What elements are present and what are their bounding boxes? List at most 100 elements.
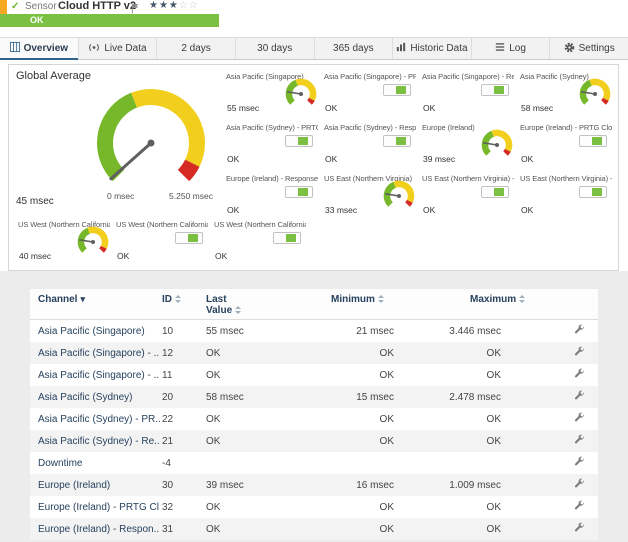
wrench-icon[interactable] [574, 500, 585, 514]
tab-label: 365 days [333, 43, 374, 54]
col-header-maximum[interactable]: Maximum [440, 289, 565, 320]
gauge-cell: Asia Pacific (Sydney)58 msec [517, 69, 615, 120]
status-check-icon: ✓ [11, 1, 19, 12]
table-header-row: Channel▾ ID Last Value Minimum Maximum [30, 289, 598, 320]
wrench-icon[interactable] [574, 434, 585, 448]
table-row[interactable]: Europe (Ireland) - Respon...31OKOKOK [30, 518, 598, 540]
tab-log[interactable]: Log [472, 38, 551, 59]
table-row[interactable]: Downtime-4 [30, 452, 598, 474]
channel-cell: Asia Pacific (Singapore) - ... [30, 364, 160, 386]
table-row[interactable]: Asia Pacific (Singapore)1055 msec21 msec… [30, 320, 598, 343]
gauge-cell-value: OK [325, 103, 337, 113]
table-row[interactable]: Europe (Ireland)3039 msec16 msec1.009 ms… [30, 474, 598, 496]
gauge-scale-max: 5.250 msec [169, 191, 213, 201]
minimum-cell: OK [315, 496, 440, 518]
tab-label: 30 days [257, 43, 292, 54]
last-value-cell: OK [200, 496, 315, 518]
sensor-type-label: Sensor [25, 1, 57, 12]
tab-2-days[interactable]: 2 days [157, 38, 236, 59]
channel-cell: Asia Pacific (Sydney) [30, 386, 160, 408]
dial-gauge-icon [283, 77, 319, 114]
bar-gauge-icon [579, 135, 607, 147]
bar-gauge-icon [481, 84, 509, 96]
maximum-cell: 1.009 msec [440, 474, 565, 496]
sort-icon[interactable] [235, 306, 241, 314]
gauge-cell: Europe (Ireland) - Response C...OK [223, 171, 321, 222]
wrench-icon[interactable] [574, 368, 585, 382]
gauge-cell-value: 39 msec [423, 154, 455, 164]
minimum-cell: 16 msec [315, 474, 440, 496]
gauge-cell-title: US West (Northern California)... [116, 220, 208, 229]
list-icon [495, 42, 505, 55]
wrench-icon[interactable] [574, 412, 585, 426]
tab-label: 2 days [181, 43, 210, 54]
wrench-icon[interactable] [574, 478, 585, 492]
gauge-cell-title: Asia Pacific (Sydney) - PRTG ... [226, 123, 318, 132]
minimum-cell: OK [315, 342, 440, 364]
tab-live-data[interactable]: Live Data [79, 38, 158, 59]
tab-historic-data[interactable]: Historic Data [393, 38, 472, 59]
table-row[interactable]: Asia Pacific (Singapore) - ...12OKOKOK [30, 342, 598, 364]
tools-cell [565, 386, 598, 408]
last-value-cell: 58 msec [200, 386, 315, 408]
tab-label: Log [509, 43, 526, 54]
id-cell: 21 [160, 430, 200, 452]
channel-cell: Asia Pacific (Singapore) - ... [30, 342, 160, 364]
channel-cell: Downtime [30, 452, 160, 474]
tab-settings[interactable]: Settings [550, 38, 628, 59]
tab-overview[interactable]: Overview [0, 38, 79, 59]
table-row[interactable]: Asia Pacific (Sydney)2058 msec15 msec2.4… [30, 386, 598, 408]
id-cell: 32 [160, 496, 200, 518]
id-cell: 30 [160, 474, 200, 496]
maximum-cell: OK [440, 518, 565, 540]
channel-cell: Europe (Ireland) [30, 474, 160, 496]
col-header-label: ID [162, 294, 172, 305]
table-row[interactable]: Europe (Ireland) - PRTG Cl...32OKOKOK [30, 496, 598, 518]
gauge-cell: Europe (Ireland) - PRTG Cloud...OK [517, 120, 615, 171]
gauge-cell: US East (Northern Virginia)33 msec [321, 171, 419, 222]
gauge-cell-value: OK [227, 154, 239, 164]
gauge-cell-title: Asia Pacific (Sydney) - Respo... [324, 123, 416, 132]
last-value-cell: 55 msec [200, 320, 315, 343]
gauge-cell-value: OK [521, 154, 533, 164]
dial-gauge-icon [577, 77, 613, 114]
gauge-cell: US East (Northern Virginia) - ...OK [419, 171, 517, 222]
table-row[interactable]: Asia Pacific (Singapore) - ...11OKOKOK [30, 364, 598, 386]
col-header-id[interactable]: ID [160, 289, 200, 320]
tab-30-days[interactable]: 30 days [236, 38, 315, 59]
main-dial-gauge-icon [81, 81, 221, 199]
gauge-cell: US West (Northern California)...OK [211, 217, 309, 268]
maximum-cell: 2.478 msec [440, 386, 565, 408]
wrench-icon[interactable] [574, 456, 585, 470]
minimum-cell: 21 msec [315, 320, 440, 343]
sort-icon[interactable] [519, 295, 525, 303]
col-header-channel[interactable]: Channel▾ [30, 289, 160, 320]
tools-cell [565, 364, 598, 386]
wrench-icon[interactable] [574, 390, 585, 404]
sort-icon[interactable] [378, 295, 384, 303]
tools-cell [565, 320, 598, 343]
col-header-label: Last Value [206, 294, 232, 316]
table-row[interactable]: Asia Pacific (Sydney) - PR...22OKOKOK [30, 408, 598, 430]
maximum-cell [440, 452, 565, 474]
gauge-cell-title: US East (Northern Virginia) - ... [520, 174, 612, 183]
tools-cell [565, 452, 598, 474]
gauge-cell-value: OK [521, 205, 533, 215]
gauge-cell: Asia Pacific (Sydney) - PRTG ... OK [223, 120, 321, 171]
last-value-cell [200, 452, 315, 474]
wrench-icon[interactable] [574, 346, 585, 360]
sort-icon[interactable] [175, 295, 181, 303]
col-header-minimum[interactable]: Minimum [315, 289, 440, 320]
table-row[interactable]: Asia Pacific (Sydney) - Re...21OKOKOK [30, 430, 598, 452]
wrench-icon[interactable] [574, 522, 585, 536]
bar-gauge-icon [285, 186, 313, 198]
priority-stars[interactable]: ★★★☆☆ [149, 0, 199, 11]
channel-cell: Europe (Ireland) - PRTG Cl... [30, 496, 160, 518]
wrench-icon[interactable] [574, 324, 585, 338]
tools-cell [565, 474, 598, 496]
gauge-grid-bottom-row: US West (Northern California40 msecUS We… [15, 217, 309, 268]
col-header-last-value[interactable]: Last Value [200, 289, 315, 320]
tab-365-days[interactable]: 365 days [315, 38, 394, 59]
status-text: OK [30, 15, 44, 25]
status-bar: OK [0, 14, 219, 27]
